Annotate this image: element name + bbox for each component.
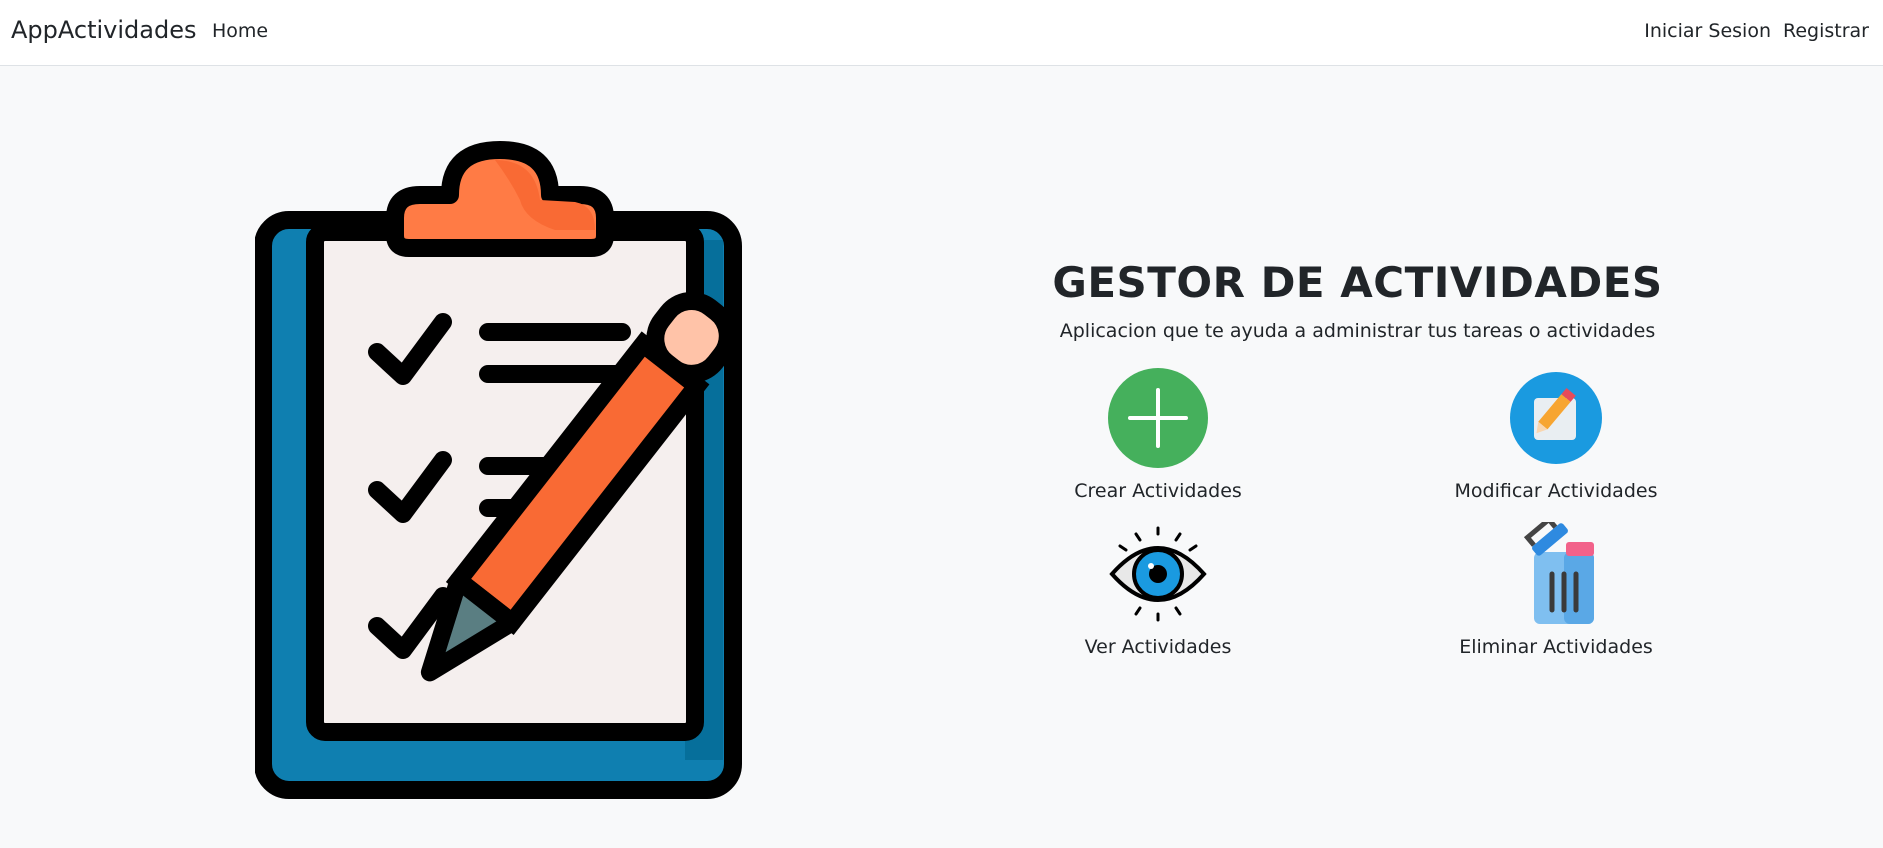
navbar: AppActividades Home Iniciar Sesion Regis…	[0, 0, 1883, 66]
plus-circle-icon	[1108, 368, 1208, 468]
view-activities-button[interactable]: Ver Actividades	[1028, 522, 1288, 658]
clipboard-illustration	[255, 141, 742, 799]
nav-register-link[interactable]: Registrar	[1783, 20, 1869, 42]
trash-icon	[1523, 515, 1594, 624]
modify-activities-label: Modificar Actividades	[1454, 480, 1658, 502]
delete-activities-label: Eliminar Actividades	[1459, 636, 1653, 658]
create-activities-label: Crear Actividades	[1074, 480, 1242, 502]
create-activities-button[interactable]: Crear Actividades	[1028, 366, 1288, 502]
page-subtitle: Aplicacion que te ayuda a administrar tu…	[1059, 320, 1656, 342]
eye-icon	[1109, 526, 1207, 622]
page-title: GESTOR DE ACTIVIDADES	[1052, 258, 1663, 307]
view-activities-label: Ver Actividades	[1084, 636, 1232, 658]
edit-note-icon	[1510, 372, 1602, 464]
modify-activities-button[interactable]: Modificar Actividades	[1426, 366, 1686, 502]
delete-activities-button[interactable]: Eliminar Actividades	[1426, 515, 1686, 658]
nav-home-link[interactable]: Home	[212, 20, 268, 42]
nav-login-link[interactable]: Iniciar Sesion	[1644, 20, 1771, 42]
brand-link[interactable]: AppActividades	[11, 16, 196, 44]
